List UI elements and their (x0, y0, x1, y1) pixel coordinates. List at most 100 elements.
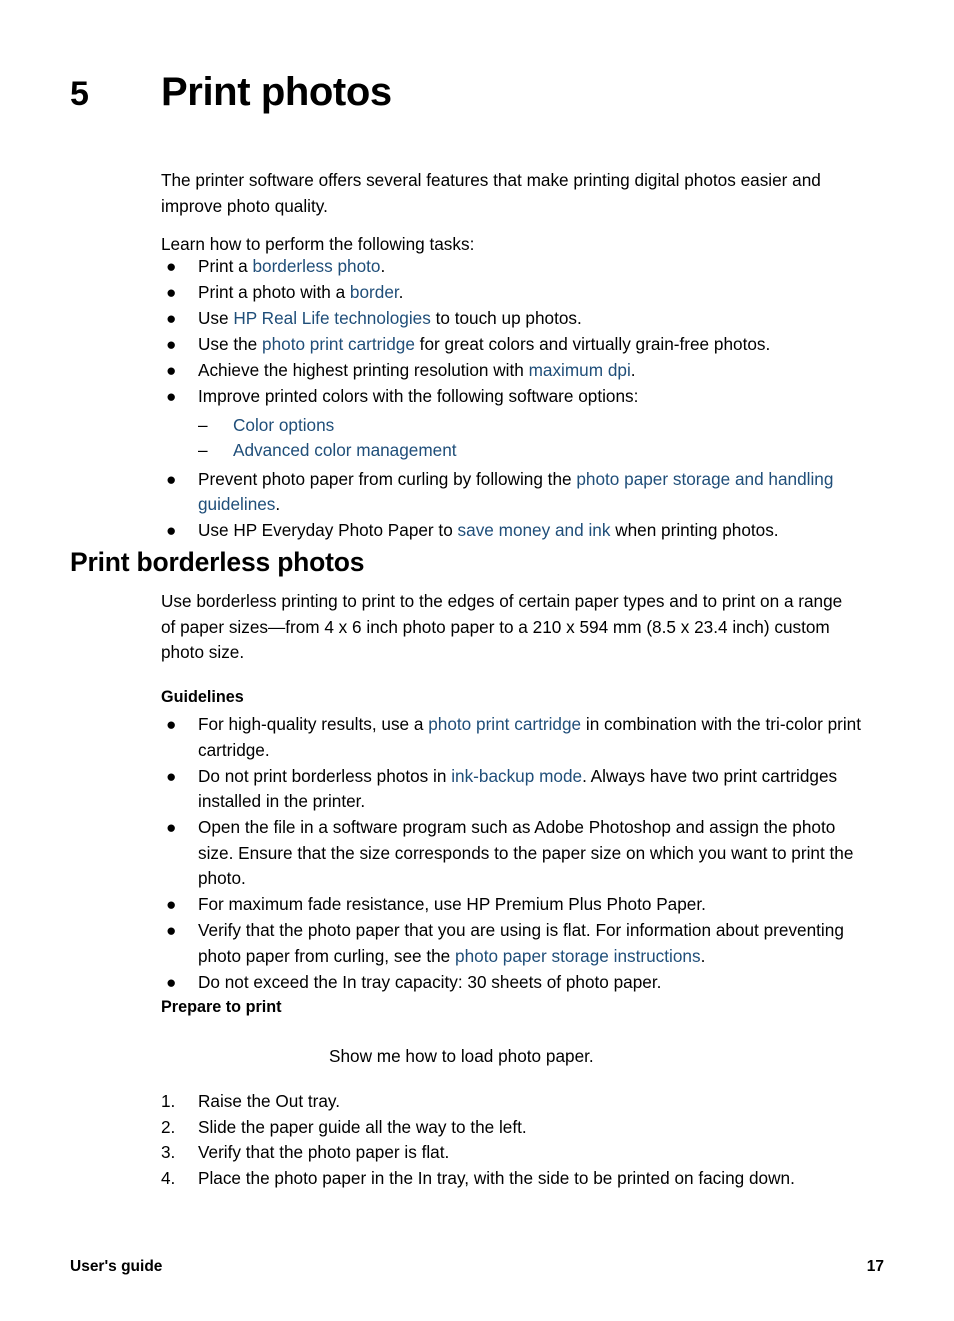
show-me-how-block: Show me how to load photo paper. (161, 1044, 861, 1070)
list-item-text-pre: Do not exceed the In tray capacity: 30 s… (198, 971, 662, 992)
step-text: Verify that the photo paper is flat. (198, 1142, 450, 1162)
show-me-how-note: Show me how to load photo paper. (329, 1046, 594, 1066)
bullet-icon: ● (166, 894, 177, 914)
list-item: ● Use the photo print cartridge for grea… (161, 332, 861, 358)
step-text: Slide the paper guide all the way to the… (198, 1116, 527, 1137)
page-number: 17 (866, 1258, 884, 1275)
sublist-item: – Advanced color management (198, 438, 861, 464)
bullet-icon: ● (166, 468, 177, 489)
guidelines-list-block: ● For high-quality results, use a photo … (161, 712, 861, 996)
list-item-text-post: to touch up photos. (430, 308, 582, 328)
bullet-icon: ● (166, 920, 177, 940)
link-hp-real-life-technologies[interactable]: HP Real Life technologies (233, 308, 430, 328)
link-advanced-color-management[interactable]: Advanced color management (233, 440, 457, 460)
task-list: ● Print a borderless photo. ● Print a ph… (161, 254, 861, 544)
chapter-header: 5 Print photos (70, 72, 880, 112)
list-item: ● Improve printed colors with the follow… (161, 384, 861, 464)
step-number: 2. (161, 1116, 176, 1137)
task-list-block: ● Print a borderless photo. ● Print a ph… (161, 254, 861, 544)
list-item-text-pre: For maximum fade resistance, use HP Prem… (198, 894, 706, 914)
list-item-text-pre: Print a (198, 256, 253, 276)
bullet-icon: ● (166, 360, 177, 380)
link-color-options[interactable]: Color options (233, 415, 334, 435)
prepare-to-print-heading: Prepare to print (161, 998, 282, 1016)
list-item-text-pre: Use the (198, 334, 263, 354)
guidelines-list: ● For high-quality results, use a photo … (161, 712, 861, 995)
list-item-text-pre: Achieve the highest printing resolution … (198, 360, 529, 380)
list-item-text-post: . (275, 494, 281, 514)
list-item: ● Prevent photo paper from curling by fo… (161, 467, 861, 518)
link-photo-paper-storage-instructions[interactable]: photo paper storage instructions (455, 946, 701, 966)
step-number: 3. (161, 1142, 176, 1162)
section-heading: Print borderless photos (70, 547, 365, 577)
list-item-text-post: . (380, 256, 386, 276)
step-text: Raise the Out tray. (198, 1091, 341, 1111)
list-item: ● For maximum fade resistance, use HP Pr… (161, 892, 861, 918)
prepare-steps-list: 1. Raise the Out tray. 2. Slide the pape… (161, 1089, 861, 1191)
list-item-text-pre: Improve printed colors with the followin… (198, 386, 639, 406)
list-item: 1. Raise the Out tray. (161, 1089, 861, 1115)
section-intro-paragraph: Use borderless printing to print to the … (161, 591, 843, 662)
prepare-heading-block: Prepare to print (161, 996, 861, 1018)
intro-paragraph-1: The printer software offers several feat… (161, 170, 821, 216)
list-item: ● Do not print borderless photos in ink-… (161, 764, 861, 815)
link-ink-backup-mode[interactable]: ink-backup mode (451, 766, 582, 786)
list-item: ● Open the file in a software program su… (161, 815, 861, 892)
list-item: ● Print a borderless photo. (161, 254, 861, 280)
step-text: Place the photo paper in the In tray, wi… (198, 1167, 795, 1188)
guidelines-block: Guidelines (161, 686, 861, 708)
list-item-text-post: . (398, 282, 404, 302)
list-item: ● Use HP Everyday Photo Paper to save mo… (161, 518, 861, 544)
bullet-icon: ● (166, 714, 177, 734)
bullet-icon: ● (166, 282, 177, 302)
link-borderless-photo[interactable]: borderless photo (252, 256, 380, 276)
page-footer: User's guide 17 (70, 1258, 884, 1276)
list-item: ● Do not exceed the In tray capacity: 30… (161, 970, 861, 996)
list-item-text-post: . (700, 945, 706, 966)
prepare-steps-block: 1. Raise the Out tray. 2. Slide the pape… (161, 1089, 861, 1191)
bullet-icon: ● (166, 308, 177, 328)
link-save-money-and-ink[interactable]: save money and ink (458, 520, 611, 540)
list-item-text-pre: Print a photo with a (198, 282, 350, 302)
list-item: 2. Slide the paper guide all the way to … (161, 1115, 861, 1141)
section-intro-block: Use borderless printing to print to the … (161, 589, 861, 679)
link-photo-print-cartridge[interactable]: photo print cartridge (428, 714, 581, 734)
list-item: ● Verify that the photo paper that you a… (161, 918, 861, 969)
footer-label: User's guide (70, 1258, 163, 1275)
bullet-icon: ● (166, 520, 177, 540)
page-title: Print photos (161, 70, 392, 114)
list-item-text-post: . (630, 360, 636, 380)
list-item-text-pre: Prevent photo paper from curling by foll… (198, 468, 577, 489)
list-item-text-pre: Do not print borderless photos in (198, 765, 452, 786)
bullet-icon: ● (166, 334, 177, 354)
guidelines-heading: Guidelines (161, 688, 244, 706)
list-item-text-post: for great colors and virtually grain-fre… (414, 334, 771, 354)
list-item: ● For high-quality results, use a photo … (161, 712, 861, 763)
list-item: 3. Verify that the photo paper is flat. (161, 1140, 861, 1166)
bullet-icon: ● (166, 971, 177, 992)
dash-icon: – (198, 414, 208, 435)
list-item-text-pre: Open the file in a software program such… (198, 817, 854, 888)
chapter-number: 5 (70, 75, 89, 113)
bullet-icon: ● (166, 817, 177, 837)
bullet-icon: ● (166, 256, 177, 276)
list-item: 4. Place the photo paper in the In tray,… (161, 1166, 861, 1192)
document-page: 5 Print photos The printer software offe… (0, 0, 954, 1321)
dash-icon: – (198, 440, 208, 460)
step-number: 1. (161, 1091, 176, 1111)
list-item-text-pre: Use (198, 308, 234, 328)
list-item-text-pre: For high-quality results, use a (198, 714, 429, 734)
list-item-text-pre: Use HP Everyday Photo Paper to (198, 520, 458, 540)
link-border[interactable]: border (350, 282, 399, 302)
link-maximum-dpi[interactable]: maximum dpi (529, 360, 631, 380)
software-options-sublist: – Color options – Advanced color managem… (198, 413, 861, 464)
list-item: ● Print a photo with a border. (161, 280, 861, 306)
step-number: 4. (161, 1167, 176, 1188)
list-item: ● Achieve the highest printing resolutio… (161, 358, 861, 384)
bullet-icon: ● (166, 386, 177, 406)
sublist-item: – Color options (198, 413, 861, 439)
bullet-icon: ● (166, 765, 177, 786)
list-item-text-post: when printing photos. (610, 520, 779, 540)
link-photo-print-cartridge[interactable]: photo print cartridge (262, 334, 415, 354)
list-item: ● Use HP Real Life technologies to touch… (161, 306, 861, 332)
